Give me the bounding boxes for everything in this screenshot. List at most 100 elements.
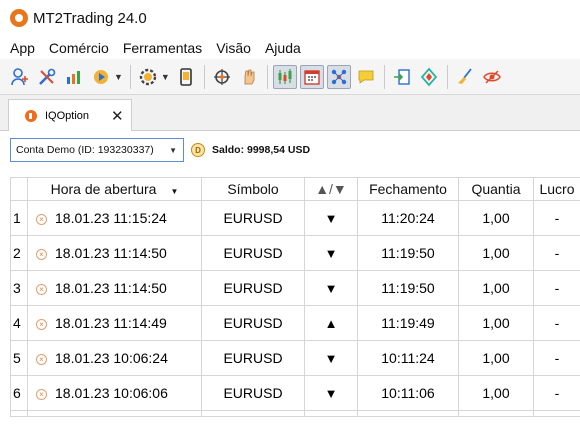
amount-cell: 1,00 bbox=[458, 375, 534, 411]
table-row[interactable]: 6 × 18.01.23 10:06:06 EURUSD ▼ 10:11:06 1… bbox=[10, 375, 580, 411]
direction-cell: ▼ bbox=[304, 270, 358, 306]
hide-icon[interactable] bbox=[480, 65, 504, 89]
profit-cell: - bbox=[533, 270, 580, 306]
clock-icon: × bbox=[36, 249, 47, 260]
add-user-icon[interactable] bbox=[8, 65, 32, 89]
direction-cell: ▼ bbox=[304, 340, 358, 376]
app-title: MT2Trading 24.0 bbox=[33, 9, 147, 27]
media-play-icon[interactable] bbox=[89, 65, 113, 89]
partial-cell bbox=[27, 410, 202, 417]
clock-icon: × bbox=[36, 354, 47, 365]
table-row[interactable]: 3 × 18.01.23 11:14:50 EURUSD ▼ 11:19:50 1… bbox=[10, 270, 580, 306]
open-time-cell: × 18.01.23 11:15:24 bbox=[27, 200, 202, 236]
close-icon[interactable]: ✕ bbox=[111, 107, 124, 125]
amount-cell: 1,00 bbox=[458, 200, 534, 236]
calendar-icon[interactable] bbox=[299, 64, 324, 89]
profit-cell: - bbox=[533, 305, 580, 341]
table-row-partial bbox=[10, 410, 580, 417]
open-time-value: 18.01.23 11:14:50 bbox=[55, 245, 167, 261]
tab-strip: IQOption ✕ bbox=[0, 95, 580, 131]
network-icon[interactable] bbox=[326, 64, 351, 89]
open-time-value: 18.01.23 10:06:06 bbox=[55, 385, 168, 401]
symbol-cell: EURUSD bbox=[201, 235, 305, 271]
bar-chart-icon[interactable] bbox=[272, 64, 297, 89]
chat-bubble-icon[interactable] bbox=[354, 65, 378, 89]
mobile-device-icon[interactable] bbox=[174, 65, 198, 89]
toolbar-separator bbox=[266, 64, 268, 89]
open-time-value: 18.01.23 10:06:24 bbox=[55, 350, 168, 366]
symbol-cell: EURUSD bbox=[201, 200, 305, 236]
direction-cell: ▼ bbox=[304, 200, 358, 236]
table-row[interactable]: 2 × 18.01.23 11:14:50 EURUSD ▼ 11:19:50 1… bbox=[10, 235, 580, 271]
close-time-cell: 11:19:50 bbox=[357, 270, 459, 306]
open-time-value: 18.01.23 11:14:49 bbox=[55, 315, 167, 331]
partial-cell bbox=[357, 410, 459, 417]
menu-ajuda[interactable]: Ajuda bbox=[258, 40, 308, 56]
open-time-cell: × 18.01.23 11:14:50 bbox=[27, 235, 202, 271]
open-time-cell: × 18.01.23 11:14:50 bbox=[27, 270, 202, 306]
row-number: 4 bbox=[10, 305, 28, 341]
column-header-close-time[interactable]: Fechamento bbox=[357, 177, 459, 201]
profit-cell: - bbox=[533, 375, 580, 411]
symbol-cell: EURUSD bbox=[201, 305, 305, 341]
partial-cell bbox=[304, 410, 358, 417]
menu-app[interactable]: App bbox=[0, 40, 42, 56]
broom-icon[interactable] bbox=[453, 65, 477, 89]
column-header-open-time[interactable]: Hora de abertura ▼ bbox=[27, 177, 202, 201]
partial-cell bbox=[10, 410, 28, 417]
chevron-down-icon[interactable]: ▼ bbox=[114, 72, 123, 82]
symbol-cell: EURUSD bbox=[201, 375, 305, 411]
tools-icon[interactable] bbox=[35, 65, 59, 89]
amount-cell: 1,00 bbox=[458, 270, 534, 306]
column-header-profit[interactable]: Lucro bbox=[533, 177, 580, 201]
menu-comercio[interactable]: Comércio bbox=[42, 40, 116, 56]
hand-icon[interactable] bbox=[237, 65, 261, 89]
symbol-cell: EURUSD bbox=[201, 340, 305, 376]
close-time-cell: 11:20:24 bbox=[357, 200, 459, 236]
table-row[interactable]: 4 × 18.01.23 11:14:49 EURUSD ▲ 11:19:49 1… bbox=[10, 305, 580, 341]
direction-cell: ▼ bbox=[304, 375, 358, 411]
menu-bar: App Comércio Ferramentas Visão Ajuda bbox=[0, 36, 580, 59]
chevron-down-icon[interactable]: ▼ bbox=[161, 72, 170, 82]
toolbar: ▼ ▼ bbox=[0, 59, 580, 95]
toolbar-separator bbox=[129, 64, 131, 89]
row-number: 3 bbox=[10, 270, 28, 306]
direction-cell: ▲ bbox=[304, 305, 358, 341]
menu-visao[interactable]: Visão bbox=[209, 40, 258, 56]
table-row[interactable]: 1 × 18.01.23 11:15:24 EURUSD ▼ 11:20:24 1… bbox=[10, 200, 580, 236]
tab-iqoption[interactable]: IQOption ✕ bbox=[8, 99, 132, 131]
symbol-cell: EURUSD bbox=[201, 270, 305, 306]
close-time-cell: 11:19:49 bbox=[357, 305, 459, 341]
target-icon[interactable] bbox=[210, 65, 234, 89]
title-bar: MT2Trading 24.0 bbox=[0, 0, 580, 36]
stats-chart-icon[interactable] bbox=[62, 65, 86, 89]
account-select-value: Conta Demo (ID: 193230337) bbox=[16, 144, 154, 156]
row-number: 6 bbox=[10, 375, 28, 411]
menu-ferramentas[interactable]: Ferramentas bbox=[116, 40, 209, 56]
export-icon[interactable] bbox=[390, 65, 414, 89]
toolbar-separator bbox=[203, 64, 205, 89]
clock-icon: × bbox=[36, 319, 47, 330]
diamond-icon[interactable] bbox=[417, 65, 441, 89]
open-time-cell: × 18.01.23 10:06:24 bbox=[27, 340, 202, 376]
row-number: 2 bbox=[10, 235, 28, 271]
close-time-cell: 10:11:06 bbox=[357, 375, 459, 411]
clock-icon: × bbox=[36, 214, 47, 225]
settings-coin-icon[interactable] bbox=[136, 65, 160, 89]
open-time-value: 18.01.23 11:14:50 bbox=[55, 280, 167, 296]
column-header-direction[interactable]: ▲/▼ bbox=[304, 177, 358, 201]
partial-cell bbox=[533, 410, 580, 417]
column-header-symbol[interactable]: Símbolo bbox=[201, 177, 305, 201]
open-time-cell: × 18.01.23 11:14:49 bbox=[27, 305, 202, 341]
toolbar-separator bbox=[446, 64, 448, 89]
profit-cell: - bbox=[533, 340, 580, 376]
broker-icon bbox=[25, 109, 37, 122]
table-row[interactable]: 5 × 18.01.23 10:06:24 EURUSD ▼ 10:11:24 1… bbox=[10, 340, 580, 376]
row-number: 5 bbox=[10, 340, 28, 376]
close-time-cell: 10:11:24 bbox=[357, 340, 459, 376]
column-header-amount[interactable]: Quantia bbox=[458, 177, 534, 201]
profit-cell: - bbox=[533, 200, 580, 236]
sort-desc-icon: ▼ bbox=[170, 187, 179, 196]
account-select[interactable]: Conta Demo (ID: 193230337) ▼ bbox=[10, 138, 184, 162]
column-header-rownum bbox=[10, 177, 28, 201]
